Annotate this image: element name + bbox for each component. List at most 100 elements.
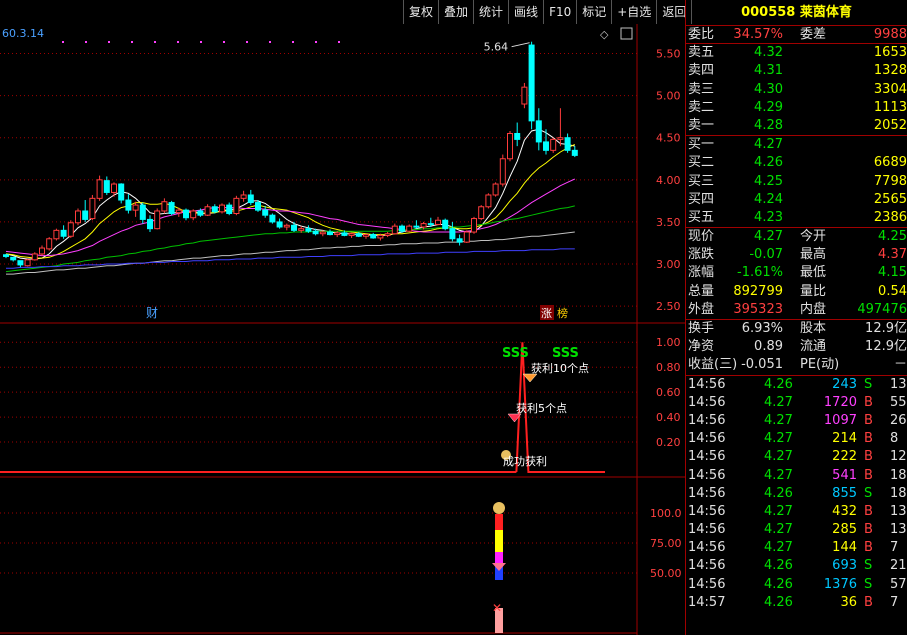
- candle-body[interactable]: [485, 194, 492, 208]
- candle-body[interactable]: [456, 238, 463, 243]
- candle-body[interactable]: [60, 229, 67, 237]
- candle-body[interactable]: [67, 222, 74, 237]
- candle-body[interactable]: [103, 180, 110, 193]
- tick-row[interactable]: 14:56 4.27 1720 B 55: [686, 394, 907, 412]
- candle-body[interactable]: [348, 233, 355, 236]
- candle-body[interactable]: [355, 233, 362, 237]
- candle-body[interactable]: [399, 225, 405, 232]
- tick-row[interactable]: 14:56 4.27 222 B 12: [686, 448, 907, 466]
- tick-row[interactable]: 14:56 4.27 1097 B 26: [686, 412, 907, 430]
- candle-body[interactable]: [139, 204, 146, 220]
- toolbar-button-3[interactable]: 画线: [508, 0, 543, 24]
- candle-body[interactable]: [24, 259, 31, 267]
- candle-body[interactable]: [39, 247, 45, 255]
- candle-body[interactable]: [226, 204, 233, 215]
- candle-body[interactable]: [204, 206, 211, 216]
- candle-body[interactable]: [528, 44, 535, 122]
- toolbar-button-4[interactable]: F10: [543, 0, 576, 24]
- candle-body[interactable]: [197, 210, 204, 216]
- toolbar-button-5[interactable]: 标记: [576, 0, 611, 24]
- candle-body[interactable]: [240, 194, 247, 199]
- candle-body[interactable]: [168, 202, 175, 215]
- tick-row[interactable]: 14:57 4.26 36 B 7: [686, 594, 907, 612]
- candle-body[interactable]: [17, 260, 24, 266]
- candle-body[interactable]: [3, 254, 9, 257]
- candle-body[interactable]: [10, 256, 17, 261]
- candle-body[interactable]: [269, 214, 276, 223]
- tick-row[interactable]: 14:56 4.27 285 B 13: [686, 521, 907, 539]
- candle-body[interactable]: [564, 137, 571, 151]
- toolbar-button-2[interactable]: 统计: [473, 0, 508, 24]
- candle-body[interactable]: [334, 232, 341, 236]
- candle-body[interactable]: [370, 234, 377, 239]
- candle-body[interactable]: [305, 228, 312, 232]
- candle-body[interactable]: [291, 224, 297, 231]
- finance-marker[interactable]: 财: [146, 306, 158, 320]
- candle-body[interactable]: [492, 183, 499, 196]
- candle-body[interactable]: [147, 218, 153, 230]
- candle-body[interactable]: [420, 223, 427, 228]
- candle-body[interactable]: [413, 225, 420, 228]
- candle-body[interactable]: [247, 194, 254, 204]
- tick-row[interactable]: 14:56 4.26 855 S 18: [686, 485, 907, 503]
- candle-body[interactable]: [161, 201, 168, 212]
- candle-body[interactable]: [283, 224, 290, 228]
- candle-body[interactable]: [406, 225, 413, 232]
- candle-body[interactable]: [543, 141, 549, 151]
- candle-body[interactable]: [75, 210, 81, 224]
- tick-row[interactable]: 14:56 4.26 1376 S 57: [686, 576, 907, 594]
- candle-body[interactable]: [118, 183, 125, 201]
- candle-body[interactable]: [442, 219, 449, 230]
- candle-body[interactable]: [298, 228, 305, 231]
- candle-body[interactable]: [111, 183, 117, 193]
- toolbar-button-1[interactable]: 叠加: [438, 0, 473, 24]
- candle-body[interactable]: [262, 209, 269, 216]
- tick-row[interactable]: 14:56 4.27 541 B 18: [686, 467, 907, 485]
- candle-body[interactable]: [190, 210, 197, 219]
- tick-row[interactable]: 14:56 4.27 144 B 7: [686, 539, 907, 557]
- candlesticks[interactable]: [3, 41, 578, 268]
- candle-body[interactable]: [471, 218, 477, 233]
- candle-body[interactable]: [312, 230, 319, 235]
- candle-body[interactable]: [384, 233, 391, 236]
- candle-body[interactable]: [507, 132, 513, 160]
- candle-body[interactable]: [276, 221, 283, 228]
- candle-body[interactable]: [125, 199, 132, 211]
- candle-body[interactable]: [31, 253, 38, 261]
- candle-body[interactable]: [514, 132, 521, 140]
- candle-body[interactable]: [211, 206, 218, 213]
- candle-body[interactable]: [255, 202, 261, 211]
- limit-up-marker[interactable]: 涨: [541, 307, 552, 320]
- toolbar-button-6[interactable]: +自选: [611, 0, 656, 24]
- candle-body[interactable]: [175, 209, 182, 214]
- candle-body[interactable]: [449, 228, 456, 240]
- dragon-tiger-marker[interactable]: 榜: [557, 306, 568, 320]
- candle-body[interactable]: [132, 204, 139, 211]
- candle-body[interactable]: [154, 210, 161, 230]
- tick-list[interactable]: 14:56 4.26 243 S 13 14:56 4.27 1720 B 55 1…: [686, 376, 907, 612]
- candle-body[interactable]: [550, 138, 557, 151]
- candle-body[interactable]: [341, 232, 348, 236]
- candle-body[interactable]: [499, 158, 506, 185]
- tick-row[interactable]: 14:56 4.27 432 B 13: [686, 503, 907, 521]
- diamond-icon[interactable]: ◇: [600, 28, 609, 41]
- candle-body[interactable]: [46, 238, 53, 250]
- candle-body[interactable]: [535, 120, 542, 143]
- candle-body[interactable]: [435, 219, 441, 225]
- candle-body[interactable]: [427, 223, 434, 226]
- candle-body[interactable]: [219, 204, 225, 213]
- tick-row[interactable]: 14:56 4.27 214 B 8: [686, 430, 907, 448]
- candle-body[interactable]: [319, 231, 326, 235]
- candle-body[interactable]: [327, 231, 333, 236]
- candle-body[interactable]: [521, 86, 528, 105]
- candle-body[interactable]: [89, 197, 96, 220]
- candle-body[interactable]: [183, 209, 189, 219]
- tick-row[interactable]: 14:56 4.26 243 S 13: [686, 376, 907, 394]
- toolbar-button-0[interactable]: 复权: [403, 0, 438, 24]
- candle-body[interactable]: [363, 234, 369, 237]
- candle-body[interactable]: [82, 210, 89, 220]
- candle-body[interactable]: [233, 197, 240, 215]
- candle-body[interactable]: [391, 225, 398, 235]
- candle-body[interactable]: [478, 206, 485, 220]
- candle-body[interactable]: [463, 231, 470, 243]
